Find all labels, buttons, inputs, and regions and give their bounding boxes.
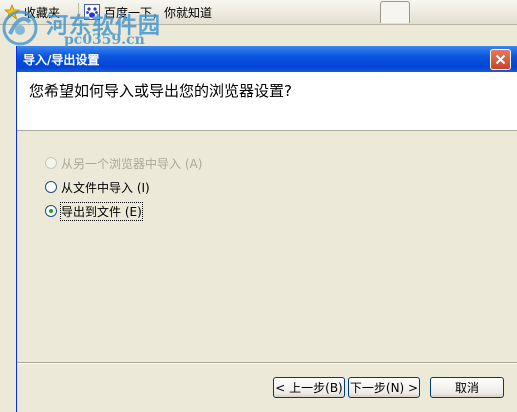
radio-button[interactable] — [45, 205, 57, 217]
new-tab-button[interactable] — [380, 1, 410, 23]
baidu-favorite-link[interactable]: 百度一下，你就知道 — [84, 3, 212, 21]
close-button[interactable] — [490, 49, 511, 70]
favorites-label: 收藏夹 — [24, 5, 61, 20]
cancel-button[interactable]: 取消 — [430, 377, 504, 398]
radio-button[interactable] — [45, 181, 57, 193]
close-icon — [495, 54, 506, 65]
option-import-from-file[interactable]: 从文件中导入 (I) — [45, 178, 150, 196]
footer-divider — [17, 362, 517, 364]
option-label: 从另一个浏览器中导入 (A) — [61, 156, 203, 171]
dialog-question: 您希望如何导入或导出您的浏览器设置? — [29, 82, 292, 100]
option-label[interactable]: 导出到文件 (E) — [60, 201, 143, 221]
next-button[interactable]: 下一步(N) > — [348, 377, 420, 398]
back-button[interactable]: < 上一步(B) — [273, 377, 345, 398]
dialog-titlebar[interactable]: 导入/导出设置 — [17, 46, 517, 72]
radio-button — [45, 157, 57, 169]
star-icon — [4, 4, 20, 20]
favorites-button[interactable]: 收藏夹 — [4, 3, 60, 21]
dialog-title: 导入/导出设置 — [23, 53, 100, 67]
option-import-from-browser: 从另一个浏览器中导入 (A) — [45, 154, 202, 172]
option-export-to-file[interactable]: 导出到文件 (E) — [45, 201, 143, 221]
favorites-bar: 收藏夹 百度一下，你就知道 — [0, 0, 517, 25]
import-export-dialog: 导入/导出设置 您希望如何导入或导出您的浏览器设置? 从另一个浏览器中导入 (A… — [16, 46, 517, 412]
baidu-link-label: 百度一下，你就知道 — [104, 5, 213, 20]
baidu-paw-icon — [84, 4, 100, 20]
divider — [78, 3, 79, 21]
option-label[interactable]: 从文件中导入 (I) — [61, 179, 150, 196]
dialog-header: 您希望如何导入或导出您的浏览器设置? — [17, 72, 517, 131]
